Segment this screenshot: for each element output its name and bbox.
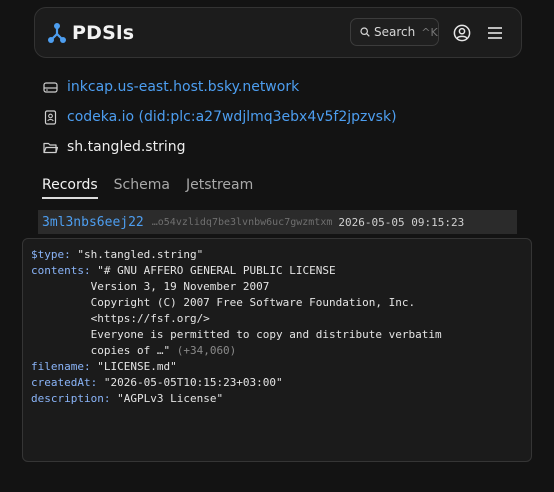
- contact-book-icon: [44, 109, 57, 125]
- json-value: "# GNU AFFERO GENERAL PUBLIC LICENSE: [97, 264, 336, 277]
- json-value: "sh.tangled.string": [77, 248, 204, 261]
- json-value: "LICENSE.md": [97, 360, 177, 373]
- network-logo-icon: [48, 23, 66, 43]
- repo-row: codeka.io (did:plc:a27wdjlmq3ebx4v5f2jpz…: [43, 107, 397, 127]
- contents-line: <https://fsf.org/>: [31, 312, 210, 325]
- search-shortcut: ^K: [421, 25, 438, 39]
- record-row[interactable]: 3ml3nbs6eej22 …o54vzlidq7be3lvnbw6uc7gwz…: [38, 210, 517, 234]
- json-key: createdAt:: [31, 376, 98, 389]
- search-button[interactable]: Search ^K: [350, 18, 439, 46]
- repo-link[interactable]: codeka.io (did:plc:a27wdjlmq3ebx4v5f2jpz…: [67, 109, 397, 125]
- folder-open-icon: [43, 142, 58, 153]
- contents-line: copies of …": [31, 344, 171, 357]
- json-field-filename: filename: "LICENSE.md": [31, 359, 523, 375]
- tab-records[interactable]: Records: [42, 177, 98, 199]
- tab-jetstream[interactable]: Jetstream: [186, 177, 253, 199]
- json-field-type: $type: "sh.tangled.string": [31, 247, 523, 263]
- account-icon: [453, 24, 471, 42]
- json-key: $type:: [31, 248, 71, 261]
- contents-line: Copyright (C) 2007 Free Software Foundat…: [31, 296, 416, 309]
- record-json-preview: $type: "sh.tangled.string" contents: "# …: [22, 238, 532, 462]
- json-key: description:: [31, 392, 111, 405]
- json-field-contents: contents: "# GNU AFFERO GENERAL PUBLIC L…: [31, 263, 523, 279]
- contents-line: Everyone is permitted to copy and distri…: [31, 328, 442, 341]
- contents-line: Version 3, 19 November 2007: [31, 280, 270, 293]
- json-field-createdAt: createdAt: "2026-05-05T10:15:23+03:00": [31, 375, 523, 391]
- json-key: filename:: [31, 360, 91, 373]
- top-bar: PDSls Search ^K: [34, 7, 522, 58]
- collection-tabs: Records Schema Jetstream: [42, 177, 269, 199]
- account-button[interactable]: [452, 23, 472, 43]
- json-field-description: description: "AGPLv3 License": [31, 391, 523, 407]
- json-key: contents:: [31, 264, 91, 277]
- menu-button[interactable]: [485, 23, 505, 43]
- json-value: "AGPLv3 License": [117, 392, 224, 405]
- search-icon: [360, 27, 370, 37]
- record-context: inkcap.us-east.host.bsky.network codeka.…: [43, 77, 397, 167]
- pds-link[interactable]: inkcap.us-east.host.bsky.network: [67, 79, 299, 95]
- record-cid: …o54vzlidq7be3lvnbw6uc7gwzmtxm: [151, 216, 333, 228]
- app-title: PDSls: [72, 22, 135, 44]
- collection-row: sh.tangled.string: [43, 137, 397, 157]
- json-value: "2026-05-05T10:15:23+03:00": [103, 376, 283, 389]
- record-key-link[interactable]: 3ml3nbs6eej22: [42, 215, 144, 230]
- hamburger-menu-icon: [488, 27, 502, 39]
- search-label: Search: [374, 25, 416, 39]
- brand[interactable]: PDSls: [47, 21, 134, 45]
- record-timestamp: 2026-05-05 09:15:23: [338, 215, 465, 229]
- collection-link[interactable]: sh.tangled.string: [67, 139, 185, 155]
- tab-schema[interactable]: Schema: [114, 177, 170, 199]
- server-icon: [43, 81, 58, 93]
- contents-last-line: copies of …" (+34,060): [31, 343, 523, 359]
- truncated-count[interactable]: (+34,060): [177, 344, 237, 357]
- pds-row: inkcap.us-east.host.bsky.network: [43, 77, 397, 97]
